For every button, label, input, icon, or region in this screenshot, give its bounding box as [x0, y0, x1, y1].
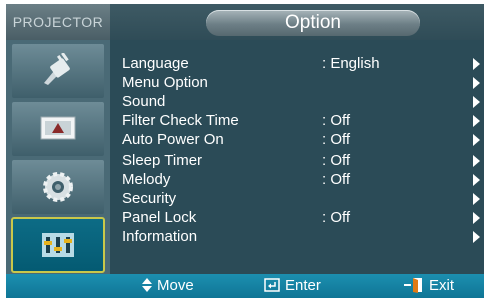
footer-move-label: Move	[157, 277, 194, 294]
menu-item-label: Melody	[122, 171, 171, 188]
input-plug-icon	[44, 53, 70, 85]
exit-icon	[404, 278, 422, 294]
footer-move: Move	[142, 274, 194, 298]
menu-item-language[interactable]: Language : English	[122, 54, 480, 73]
menu-item-label: Sound	[122, 93, 166, 110]
menu-item-sound[interactable]: Sound	[122, 92, 480, 111]
option-menu: Language : English Menu Option Sound Fil…	[110, 40, 484, 274]
menu-item-label: Auto Power On	[122, 131, 224, 148]
brand-label: PROJECTOR	[6, 4, 110, 40]
move-arrows-icon	[142, 278, 152, 293]
menu-item-value: : Off	[322, 209, 351, 226]
arrow-right-icon	[473, 58, 480, 70]
menu-item-auto-power-on[interactable]: Auto Power On : Off	[122, 130, 480, 149]
arrow-right-icon	[473, 115, 480, 127]
arrow-right-icon	[473, 134, 480, 146]
menu-item-security[interactable]: Security	[122, 189, 480, 208]
menu-item-sleep-timer[interactable]: Sleep Timer : Off	[122, 151, 480, 170]
footer-exit: Exit	[404, 274, 454, 298]
footer-enter: Enter	[264, 274, 321, 298]
setup-gear-icon	[43, 172, 73, 202]
menu-item-menu-option[interactable]: Menu Option	[122, 73, 480, 92]
footer-bar: Move Enter Exit	[6, 274, 484, 298]
menu-item-value: : Off	[322, 152, 351, 169]
footer-exit-label: Exit	[429, 277, 455, 294]
arrow-right-icon	[473, 174, 480, 186]
menu-item-label: Language	[122, 55, 189, 72]
menu-item-value: : Off	[322, 131, 351, 148]
menu-item-label: Panel Lock	[122, 209, 197, 226]
menu-item-label: Filter Check Time	[122, 112, 239, 129]
page-title: Option	[285, 12, 341, 33]
menu-item-value: : English	[322, 55, 380, 72]
arrow-right-icon	[473, 96, 480, 108]
arrow-right-icon	[473, 155, 480, 167]
header-bar: Option	[110, 4, 484, 40]
projector-osd: PROJECTOR Option Language: English Menu…	[6, 4, 484, 298]
arrow-right-icon	[473, 77, 480, 89]
enter-icon	[264, 278, 280, 292]
menu-item-label: Information	[122, 228, 198, 245]
menu-item-label: Security	[122, 190, 177, 207]
menu-item-label: Menu Option	[122, 74, 208, 91]
menu-item-value: : Off	[322, 112, 351, 129]
menu-item-melody[interactable]: Melody : Off	[122, 170, 480, 189]
option-icon	[42, 233, 74, 257]
arrow-right-icon	[473, 193, 480, 205]
menu-item-information[interactable]: Information	[122, 227, 480, 246]
sidebar-item-setup[interactable]	[12, 160, 104, 214]
menu-item-label: Sleep Timer	[122, 152, 203, 169]
sidebar-item-input[interactable]	[12, 44, 104, 98]
menu-item-value: : Off	[322, 171, 351, 188]
menu-item-panel-lock[interactable]: Panel Lock : Off	[122, 208, 480, 227]
sidebar	[6, 40, 110, 274]
arrow-right-icon	[473, 231, 480, 243]
arrow-right-icon	[473, 212, 480, 224]
footer-enter-label: Enter	[285, 277, 321, 294]
sidebar-item-picture[interactable]	[12, 102, 104, 156]
sidebar-item-option[interactable]	[11, 217, 105, 273]
menu-item-filter-check-time[interactable]: Filter Check Time : Off	[122, 111, 480, 130]
picture-icon	[40, 116, 76, 140]
